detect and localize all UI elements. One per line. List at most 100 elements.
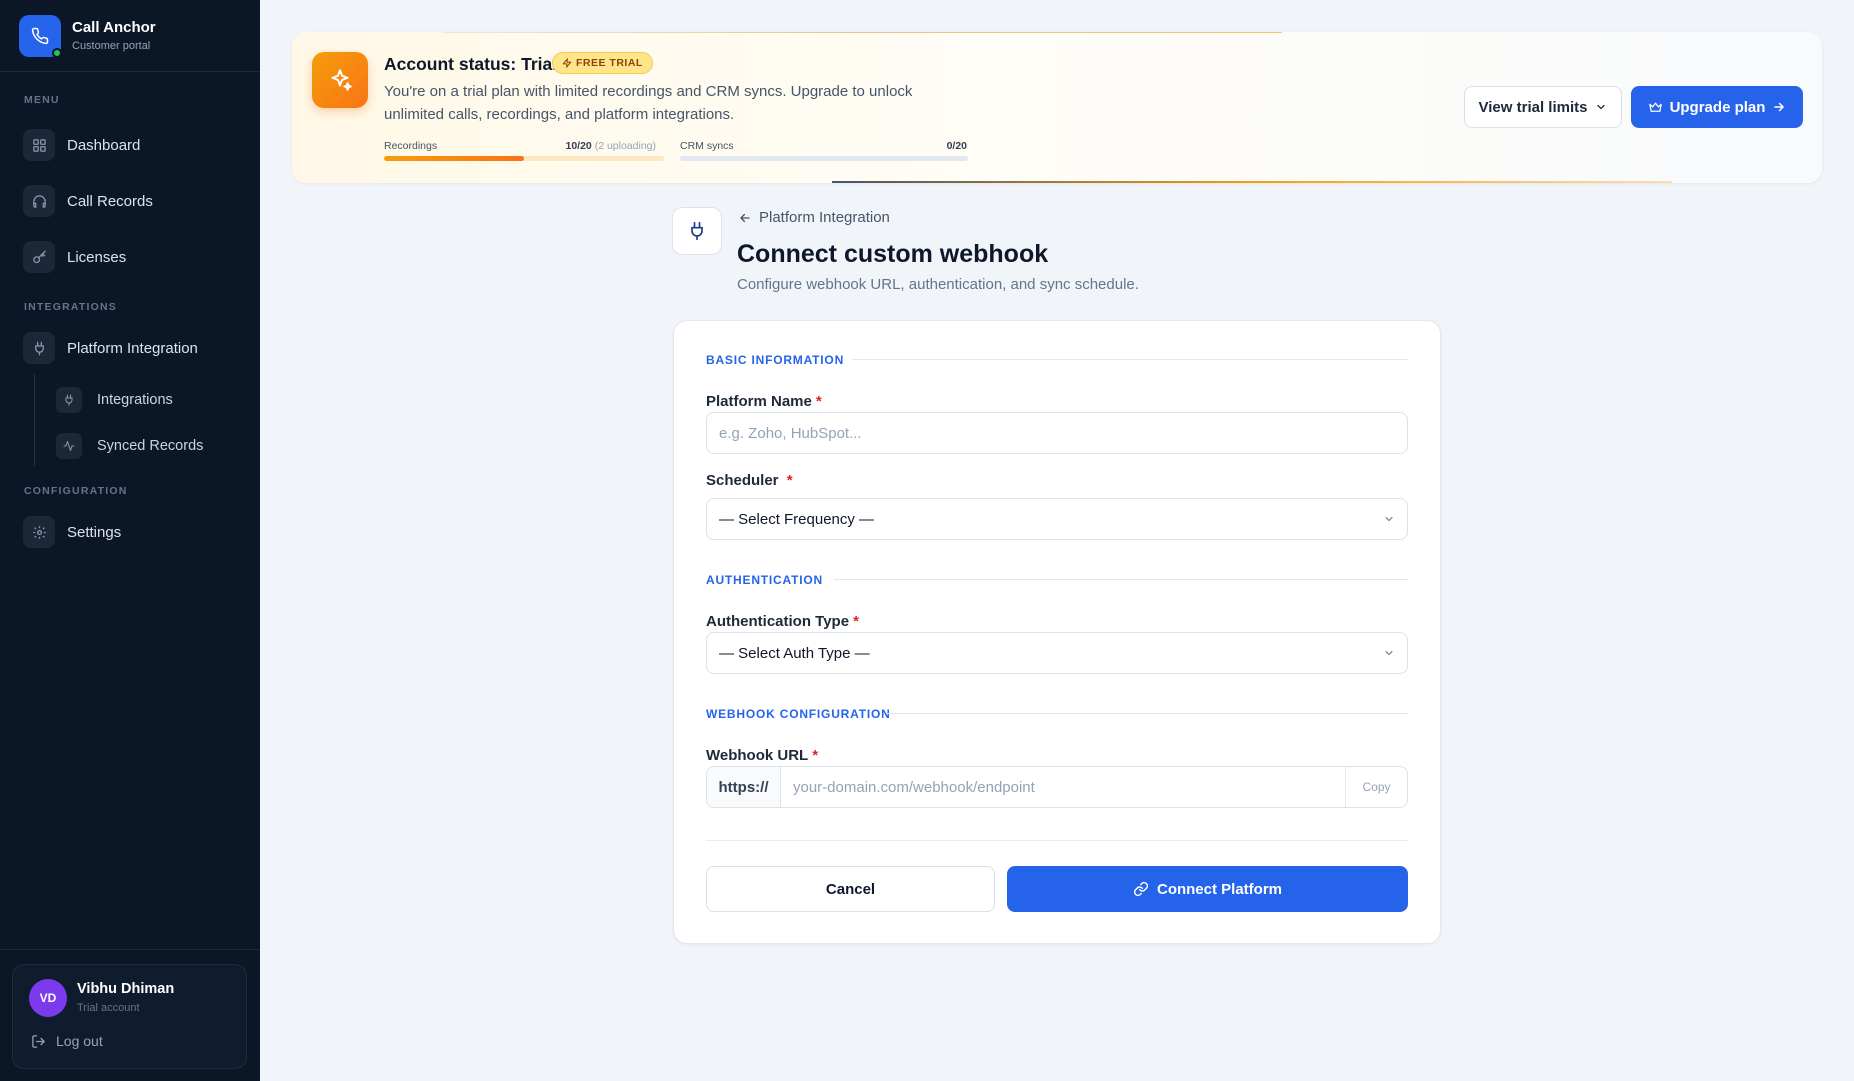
avatar[interactable]: VD — [29, 979, 67, 1017]
sidebar-item-licenses[interactable]: Licenses — [23, 241, 126, 273]
required-mark: * — [812, 747, 819, 764]
activity-icon — [56, 433, 82, 459]
logout-label: Log out — [56, 1033, 103, 1049]
crm-progress-bar — [680, 156, 968, 161]
webhook-url-label: Webhook URL * — [706, 747, 818, 764]
plug-icon — [56, 387, 82, 413]
menu-section-label: MENU — [24, 94, 60, 106]
user-card: VD Vibhu Dhiman Trial account Log out — [12, 964, 247, 1069]
sidebar-subitem-integrations[interactable]: Integrations — [56, 387, 173, 413]
trial-description: You're on a trial plan with limited reco… — [384, 83, 913, 123]
upgrade-plan-button[interactable]: Upgrade plan — [1631, 86, 1803, 128]
chevron-down-icon — [1385, 650, 1393, 656]
url-prefix: https:// — [707, 767, 781, 807]
phone-icon — [19, 14, 62, 58]
sidebar: Call Anchor Customer portal MENU Dashboa… — [0, 0, 260, 1081]
sidebar-item-dashboard[interactable]: Dashboard — [23, 129, 140, 161]
brand-header[interactable]: Call Anchor Customer portal — [0, 0, 260, 72]
crown-icon — [1648, 102, 1662, 112]
sidebar-item-label: Call Records — [67, 192, 153, 210]
webhook-configuration-heading: WEBHOOK CONFIGURATION — [706, 707, 891, 721]
sidebar-subitem-synced-records[interactable]: Synced Records — [56, 433, 203, 459]
sidebar-item-label: Platform Integration — [67, 339, 198, 357]
authentication-heading: AUTHENTICATION — [706, 573, 823, 587]
user-name: Vibhu Dhiman — [77, 981, 175, 997]
sidebar-subitem-label: Integrations — [97, 392, 173, 408]
connect-platform-label: Connect Platform — [1156, 880, 1282, 898]
section-divider — [886, 713, 1408, 714]
platform-name-input[interactable]: e.g. Zoho, HubSpot... — [706, 412, 1408, 454]
webhook-url-placeholder: your-domain.com/webhook/endpoint — [793, 778, 1035, 796]
user-role: Trial account — [77, 1002, 140, 1014]
configuration-section-label: CONFIGURATION — [24, 485, 128, 497]
breadcrumb-label: Platform Integration — [759, 209, 890, 226]
account-status-title: Account status: Trial — [384, 54, 558, 74]
scheduler-label: Scheduler * — [706, 472, 793, 489]
recordings-count: 10/20 — [565, 140, 592, 152]
webhook-form-card: BASIC INFORMATION Platform Name * e.g. Zo… — [673, 320, 1441, 944]
badge-label: FREE TRIAL — [576, 57, 643, 69]
actions-divider — [706, 840, 1408, 841]
scheduler-label-text: Scheduler — [706, 472, 779, 489]
trial-banner: Account status: Trial FREE TRIAL You're … — [292, 32, 1822, 183]
webhook-url-input[interactable]: your-domain.com/webhook/endpoint — [781, 767, 1345, 807]
sparkles-icon — [312, 52, 368, 108]
arrow-left-icon — [740, 213, 750, 222]
crm-meter-value: 0/20 — [946, 140, 967, 152]
basic-information-heading: BASIC INFORMATION — [706, 353, 845, 367]
sidebar-item-label: Settings — [67, 523, 122, 541]
auth-type-select[interactable]: — Select Auth Type — — [706, 632, 1408, 674]
grid-icon — [23, 129, 55, 161]
copy-url-button[interactable]: Copy — [1345, 767, 1407, 807]
free-trial-badge: FREE TRIAL — [552, 52, 653, 74]
submenu-guide-line — [34, 374, 35, 466]
auth-type-selected-value: — Select Auth Type — — [719, 644, 870, 662]
required-mark: * — [815, 393, 822, 410]
cancel-button[interactable]: Cancel — [706, 866, 995, 912]
webhook-url-group: https:// your-domain.com/webhook/endpoin… — [706, 766, 1408, 808]
sidebar-item-platform-integration[interactable]: Platform Integration — [23, 332, 198, 364]
auth-type-label-text: Authentication Type — [706, 613, 850, 630]
section-divider — [852, 359, 1408, 360]
page-title: Connect custom webhook — [737, 240, 1049, 268]
required-mark: * — [853, 613, 859, 630]
scheduler-selected-value: — Select Frequency — — [719, 510, 875, 528]
recordings-meter-label: Recordings — [384, 140, 438, 152]
sidebar-footer-divider — [0, 949, 260, 950]
sidebar-subitem-label: Synced Records — [97, 438, 204, 454]
lightning-icon — [562, 58, 572, 68]
brand-subtitle: Customer portal — [72, 40, 151, 52]
arrow-right-icon — [1774, 102, 1785, 112]
chevron-down-icon — [1597, 104, 1606, 110]
sidebar-item-call-records[interactable]: Call Records — [23, 185, 153, 217]
key-icon — [23, 241, 55, 273]
recordings-progress-fill — [384, 156, 524, 161]
integrations-section-label: INTEGRATIONS — [24, 301, 117, 313]
platform-name-label: Platform Name * — [706, 393, 822, 410]
chevron-down-icon — [1385, 516, 1393, 522]
recordings-progress-bar — [384, 156, 664, 161]
platform-name-placeholder: e.g. Zoho, HubSpot... — [719, 424, 862, 442]
recordings-uploading-note: (2 uploading) — [594, 140, 656, 152]
headphones-icon — [23, 185, 55, 217]
plug-icon — [672, 207, 722, 255]
brand-title: Call Anchor — [72, 19, 156, 36]
crm-meter-label: CRM syncs — [680, 140, 734, 152]
upgrade-plan-label: Upgrade plan — [1669, 98, 1766, 116]
banner-top-accent — [442, 32, 1282, 33]
sidebar-item-label: Dashboard — [67, 136, 141, 154]
logout-icon — [32, 1034, 45, 1048]
sidebar-item-settings[interactable]: Settings — [23, 516, 121, 548]
required-mark: * — [786, 472, 793, 489]
scheduler-select[interactable]: — Select Frequency — — [706, 498, 1408, 540]
webhook-url-label-text: Webhook URL — [706, 747, 809, 764]
online-status-dot — [52, 47, 62, 58]
view-trial-limits-button[interactable]: View trial limits — [1464, 86, 1622, 128]
breadcrumb[interactable]: Platform Integration — [738, 209, 890, 226]
connect-platform-button[interactable]: Connect Platform — [1007, 866, 1408, 912]
auth-type-label: Authentication Type * — [706, 613, 859, 630]
page-subtitle: Configure webhook URL, authentication, a… — [737, 276, 1139, 293]
link-icon — [1133, 881, 1149, 897]
logout-button[interactable]: Log out — [31, 1033, 103, 1049]
section-divider — [834, 579, 1408, 580]
